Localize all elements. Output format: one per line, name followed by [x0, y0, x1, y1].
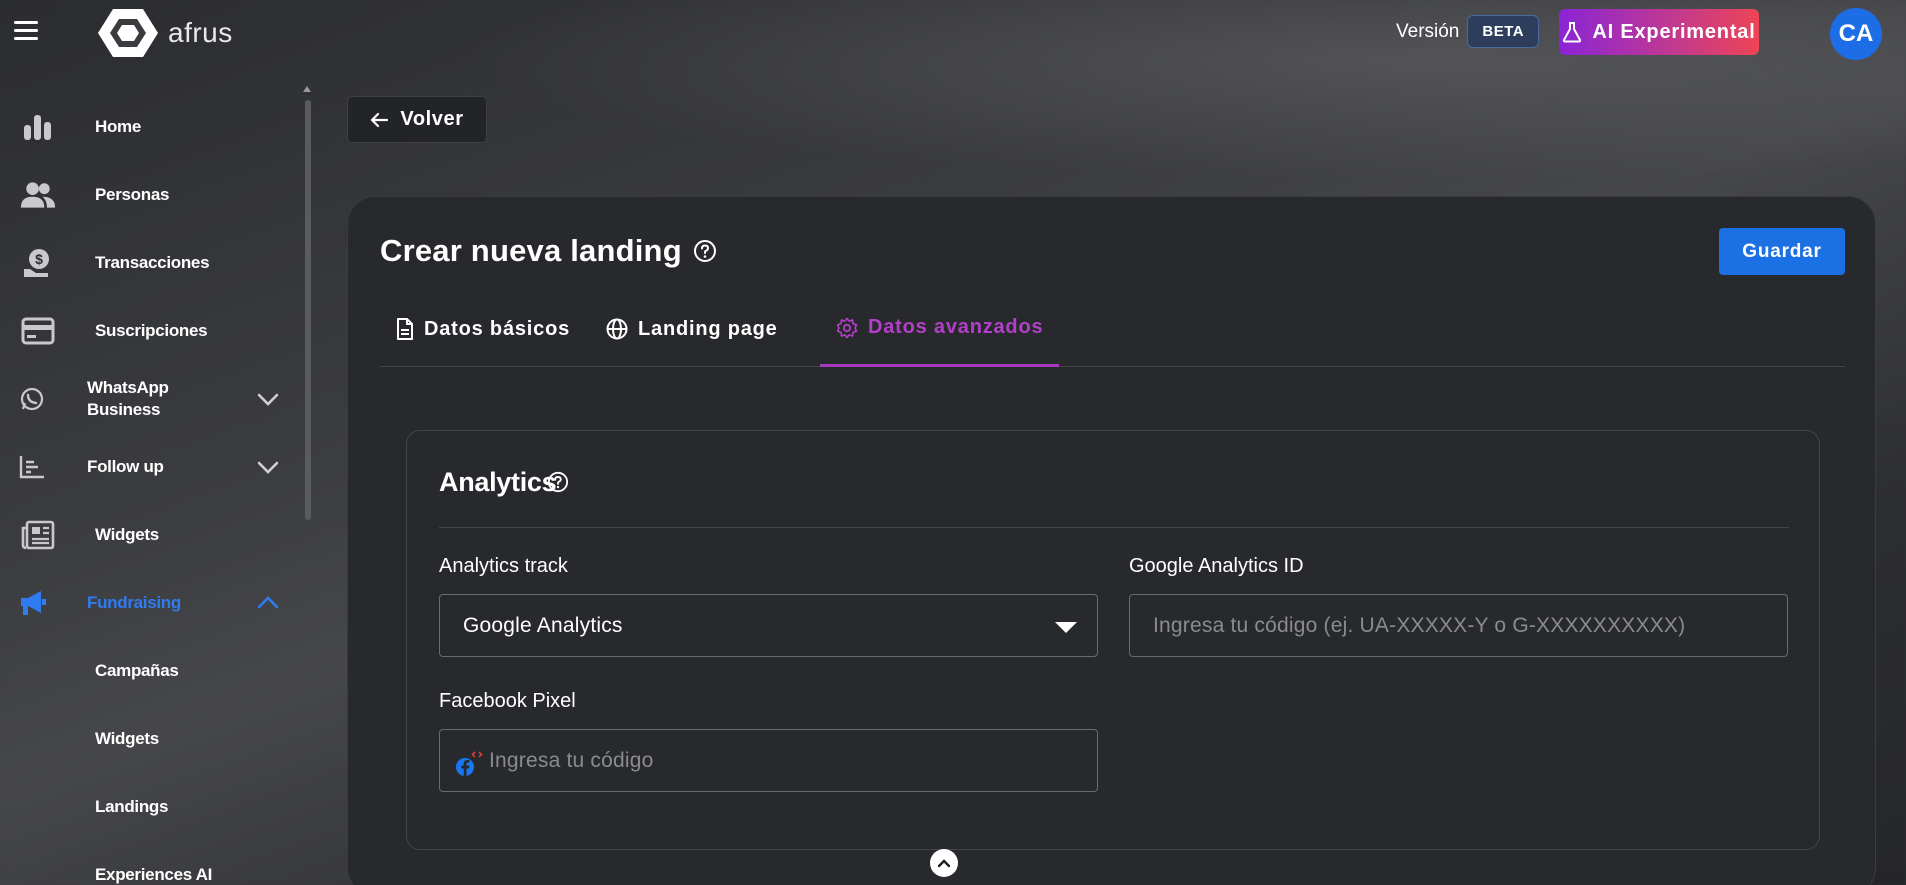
divider — [439, 527, 1789, 528]
sidebar-item-label: Campañas — [95, 661, 179, 680]
afrus-logo-icon — [98, 9, 158, 57]
beta-badge: BETA — [1467, 15, 1540, 48]
money-hand-icon: $ — [20, 245, 56, 281]
people-icon — [20, 177, 56, 213]
credit-card-icon — [20, 313, 56, 349]
facebook-pixel-label: Facebook Pixel — [439, 690, 576, 712]
tab-landing-page[interactable]: Landing page — [606, 291, 778, 367]
caret-down-icon — [1055, 622, 1077, 633]
analytics-section: Analytics Analytics track Google Analyti… — [406, 430, 1820, 850]
sidebar-item-follow-up[interactable]: Follow up — [0, 439, 300, 495]
sidebar-item-fundraising[interactable]: Fundraising — [0, 575, 300, 631]
save-button[interactable]: Guardar — [1719, 228, 1845, 275]
chevron-down-icon[interactable] — [256, 455, 280, 479]
sidebar-item-fundraising-widgets[interactable]: Widgets — [0, 711, 300, 767]
sidebar-item-label: Personas — [95, 185, 170, 204]
analytics-track-value: Google Analytics — [463, 613, 623, 637]
sidebar-item-experiences-ai[interactable]: Experiences AI — [0, 847, 300, 885]
gear-icon — [836, 317, 858, 338]
back-button-label: Volver — [400, 108, 464, 130]
tab-label: Landing page — [638, 317, 778, 340]
analytics-track-label: Analytics track — [439, 555, 568, 577]
section-title: Analytics — [439, 467, 557, 497]
version-label: Versión — [1396, 20, 1460, 42]
version-indicator: Versión BETA — [1396, 15, 1540, 48]
sidebar-item-transacciones[interactable]: $ Transacciones — [0, 235, 300, 291]
help-icon[interactable] — [547, 471, 569, 493]
tab-datos-basicos[interactable]: Datos básicos — [396, 291, 570, 367]
back-button[interactable]: Volver — [347, 96, 487, 143]
main-card: Crear nueva landing Guardar Datos básico… — [347, 196, 1876, 885]
tab-label: Datos básicos — [424, 317, 571, 340]
sidebar-item-label: Fundraising — [87, 593, 181, 612]
top-bar: afrus Versión BETA AI Experimental CA — [0, 0, 1906, 66]
sidebar-item-whatsapp-business[interactable]: WhatsApp Business — [0, 371, 300, 427]
sidebar-item-label: Experiences AI — [95, 865, 213, 884]
scrollbar-up-arrow[interactable] — [303, 86, 311, 92]
list-chart-icon — [14, 449, 50, 485]
document-icon — [397, 318, 413, 340]
google-analytics-id-label: Google Analytics ID — [1129, 555, 1304, 577]
scroll-to-top-button[interactable] — [930, 849, 958, 877]
chevron-up-icon[interactable] — [256, 591, 280, 615]
sidebar-scrollbar[interactable] — [305, 100, 311, 520]
sidebar-item-home[interactable]: Home — [0, 99, 300, 155]
google-analytics-id-placeholder: Ingresa tu código (ej. UA-XXXXX-Y o G-XX… — [1153, 613, 1686, 637]
globe-icon — [606, 318, 628, 340]
sidebar-item-label: Landings — [95, 797, 169, 816]
tab-label: Datos avanzados — [868, 316, 1044, 338]
analytics-track-select[interactable]: Google Analytics — [439, 594, 1098, 657]
facebook-pixel-icon — [456, 751, 483, 776]
sidebar-item-label: Widgets — [95, 525, 159, 544]
sidebar-item-label: Widgets — [95, 729, 159, 748]
sidebar-item-label: Home — [95, 117, 142, 136]
avatar[interactable]: CA — [1830, 8, 1882, 60]
megaphone-icon — [14, 585, 50, 621]
newspaper-icon — [20, 517, 56, 553]
whatsapp-label-line2: Business — [87, 400, 161, 419]
arrow-left-icon — [371, 112, 389, 127]
sidebar-item-personas[interactable]: Personas — [0, 167, 300, 223]
logo-text: afrus — [168, 17, 233, 48]
sidebar-item-label: Suscripciones — [95, 321, 208, 340]
whatsapp-label-line1: WhatsApp — [87, 378, 169, 397]
tab-datos-avanzados[interactable]: Datos avanzados — [820, 291, 1060, 367]
ai-experimental-label: AI Experimental — [1592, 20, 1756, 43]
sidebar-item-campanas[interactable]: Campañas — [0, 643, 300, 699]
ai-experimental-button[interactable]: AI Experimental — [1559, 9, 1759, 55]
sidebar-item-landings[interactable]: Landings — [0, 779, 300, 835]
bar-chart-icon — [20, 109, 56, 145]
whatsapp-icon — [14, 381, 50, 417]
facebook-pixel-input[interactable]: Ingresa tu código — [439, 729, 1098, 792]
sidebar-item-label: Transacciones — [95, 253, 210, 272]
logo[interactable]: afrus — [98, 7, 233, 59]
flask-icon — [1563, 22, 1582, 43]
tabs: Datos básicos Landing page Datos avanzad… — [380, 291, 1845, 367]
sidebar: Home Personas $ Transacciones Suscripcio… — [0, 66, 300, 885]
chevron-up-icon — [937, 859, 951, 868]
sidebar-item-suscripciones[interactable]: Suscripciones — [0, 303, 300, 359]
sidebar-item-label: Follow up — [87, 457, 164, 476]
svg-text:$: $ — [35, 251, 43, 267]
sidebar-item-label: WhatsApp Business — [87, 377, 169, 421]
page-title: Crear nueva landing — [380, 233, 682, 268]
google-analytics-id-input[interactable]: Ingresa tu código (ej. UA-XXXXX-Y o G-XX… — [1129, 594, 1788, 657]
help-icon[interactable] — [693, 239, 717, 263]
menu-icon[interactable] — [14, 21, 38, 41]
sidebar-item-widgets[interactable]: Widgets — [0, 507, 300, 563]
chevron-down-icon[interactable] — [256, 387, 280, 411]
